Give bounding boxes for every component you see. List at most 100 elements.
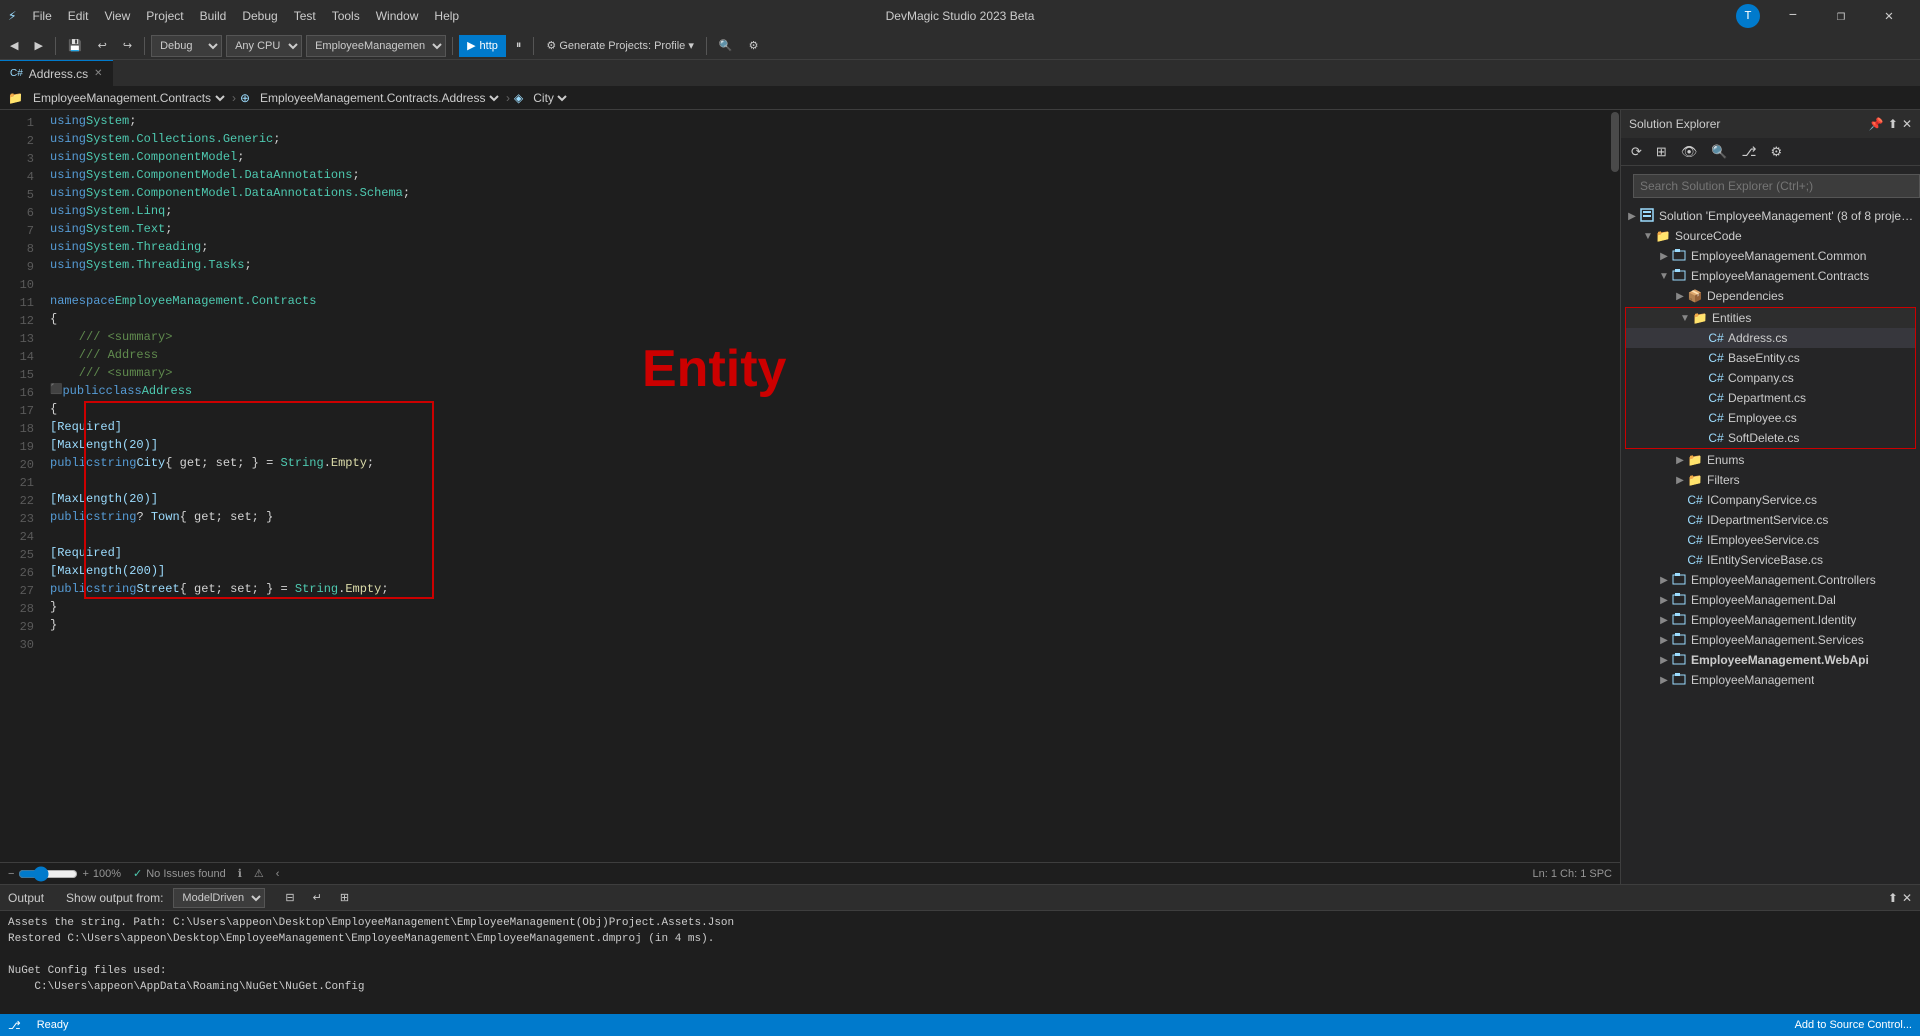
output-source-select[interactable]: ModelDriven — [173, 888, 265, 908]
output-filter-btn[interactable]: ⊞ — [334, 887, 355, 909]
se-employee-node[interactable]: C# Employee.cs — [1626, 408, 1915, 428]
se-search-input[interactable] — [1633, 174, 1920, 198]
solution-expand-icon[interactable]: ▶ — [1625, 211, 1639, 222]
se-company-node[interactable]: C# Company.cs — [1626, 368, 1915, 388]
toolbar-undo-btn[interactable]: ↩ — [92, 35, 113, 57]
se-webapi-node[interactable]: ▶ EmployeeManagement.WebApi — [1621, 650, 1920, 670]
se-filter-btn[interactable]: 🔍 — [1705, 141, 1733, 163]
breadcrumb-select-2[interactable]: EmployeeManagement.Contracts.Address — [256, 90, 502, 106]
profile-icon[interactable]: T — [1736, 4, 1760, 28]
enums-expand[interactable]: ▶ — [1673, 455, 1687, 466]
pause-btn[interactable]: ⏸ — [510, 35, 528, 57]
scrollbar-thumb[interactable] — [1611, 112, 1619, 172]
se-git-btn[interactable]: ⎇ — [1736, 141, 1763, 163]
se-close-btn[interactable]: ✕ — [1902, 117, 1912, 131]
info-icon[interactable]: ℹ — [238, 867, 242, 880]
contracts-expand[interactable]: ▼ — [1657, 271, 1671, 282]
toolbar-settings-btn[interactable]: ⚙ — [743, 35, 765, 57]
project-select[interactable]: EmployeeManagemen — [306, 35, 446, 57]
add-source-control-label[interactable]: Add to Source Control... — [1795, 1019, 1912, 1031]
menu-help[interactable]: Help — [428, 7, 465, 25]
se-expand-btn[interactable]: ⬆ — [1888, 117, 1898, 131]
code-lines[interactable]: using System; using System.Collections.G… — [42, 110, 1610, 862]
se-em-node[interactable]: ▶ EmployeeManagement — [1621, 670, 1920, 690]
filters-expand[interactable]: ▶ — [1673, 475, 1687, 486]
se-common-node[interactable]: ▶ EmployeeManagement.Common — [1621, 246, 1920, 266]
se-ientity-node[interactable]: C# IEntityServiceBase.cs — [1621, 550, 1920, 570]
se-softdelete-node[interactable]: C# SoftDelete.cs — [1626, 428, 1915, 448]
tab-address-cs[interactable]: C# Address.cs ✕ — [0, 60, 113, 86]
generate-btn[interactable]: ⚙ Generate Projects: Profile ▾ — [540, 35, 699, 57]
se-department-node[interactable]: C# Department.cs — [1626, 388, 1915, 408]
menu-debug[interactable]: Debug — [236, 7, 283, 25]
se-show-all-btn[interactable]: 👁 — [1675, 141, 1704, 163]
minimize-button[interactable]: − — [1770, 0, 1816, 32]
menu-file[interactable]: File — [26, 7, 57, 25]
svc-expand[interactable]: ▶ — [1657, 635, 1671, 646]
menu-view[interactable]: View — [98, 7, 136, 25]
dal-expand[interactable]: ▶ — [1657, 595, 1671, 606]
se-pin-btn[interactable]: 📌 — [1869, 117, 1884, 131]
menu-window[interactable]: Window — [370, 7, 425, 25]
menu-tools[interactable]: Tools — [326, 7, 366, 25]
tab-close-btn[interactable]: ✕ — [94, 68, 102, 79]
se-filters-node[interactable]: ▶ 📁 Filters — [1621, 470, 1920, 490]
se-enums-node[interactable]: ▶ 📁 Enums — [1621, 450, 1920, 470]
identity-expand[interactable]: ▶ — [1657, 615, 1671, 626]
breadcrumb-city[interactable]: ◈ City — [514, 90, 570, 106]
se-solution-node[interactable]: ▶ Solution 'EmployeeManagement' (8 of 8 … — [1621, 206, 1920, 226]
warning-icon[interactable]: ⚠ — [254, 867, 264, 880]
se-sync-btn[interactable]: ⟳ — [1625, 141, 1648, 163]
output-clear-btn[interactable]: ⊟ — [279, 887, 300, 909]
run-button[interactable]: ▶ ▶ http http — [459, 35, 506, 57]
se-sourcecode-node[interactable]: ▼ 📁 SourceCode — [1621, 226, 1920, 246]
menu-project[interactable]: Project — [140, 7, 189, 25]
em-expand[interactable]: ▶ — [1657, 675, 1671, 686]
breadcrumb-contracts[interactable]: 📁 EmployeeManagement.Contracts — [8, 90, 228, 106]
vertical-scrollbar[interactable] — [1610, 110, 1620, 862]
zoom-slider[interactable] — [18, 866, 78, 882]
common-expand[interactable]: ▶ — [1657, 251, 1671, 262]
se-contracts-node[interactable]: ▼ EmployeeManagement.Contracts — [1621, 266, 1920, 286]
toolbar-back-btn[interactable]: ◀ — [4, 35, 24, 57]
restore-button[interactable]: ❐ — [1818, 0, 1864, 32]
se-controllers-node[interactable]: ▶ EmployeeManagement.Controllers — [1621, 570, 1920, 590]
se-iemp-node[interactable]: C# IEmployeeService.cs — [1621, 530, 1920, 550]
breadcrumb-select-3[interactable]: City — [529, 90, 570, 106]
se-dal-node[interactable]: ▶ EmployeeManagement.Dal — [1621, 590, 1920, 610]
breadcrumb-address[interactable]: ⊕ EmployeeManagement.Contracts.Address — [240, 90, 502, 106]
toolbar-forward-btn[interactable]: ▶ — [28, 35, 48, 57]
se-address-node[interactable]: C# Address.cs — [1626, 328, 1915, 348]
output-close-btn[interactable]: ✕ — [1902, 891, 1912, 905]
toolbar-save-btn[interactable]: 💾 — [62, 35, 88, 57]
platform-select[interactable]: Any CPU — [226, 35, 302, 57]
se-services-node[interactable]: ▶ EmployeeManagement.Services — [1621, 630, 1920, 650]
close-button[interactable]: ✕ — [1866, 0, 1912, 32]
menu-build[interactable]: Build — [194, 7, 233, 25]
breadcrumb-select-1[interactable]: EmployeeManagement.Contracts — [29, 90, 228, 106]
entities-expand[interactable]: ▼ — [1678, 313, 1692, 324]
debug-config-select[interactable]: Debug Release — [151, 35, 222, 57]
menu-edit[interactable]: Edit — [62, 7, 95, 25]
ctrl-expand[interactable]: ▶ — [1657, 575, 1671, 586]
sourcecode-expand[interactable]: ▼ — [1641, 231, 1655, 242]
se-identity-node[interactable]: ▶ EmployeeManagement.Identity — [1621, 610, 1920, 630]
zoom-minus[interactable]: − — [8, 868, 14, 880]
se-baseentity-node[interactable]: C# BaseEntity.cs — [1626, 348, 1915, 368]
se-tree[interactable]: ▶ Solution 'EmployeeManagement' (8 of 8 … — [1621, 206, 1920, 884]
se-settings-btn[interactable]: ⚙ — [1765, 141, 1789, 163]
nav-left-icon[interactable]: ‹ — [276, 868, 280, 880]
toolbar-redo-btn[interactable]: ↪ — [117, 35, 138, 57]
toolbar-search-btn[interactable]: 🔍 — [713, 35, 739, 57]
output-word-wrap-btn[interactable]: ↵ — [307, 887, 328, 909]
zoom-plus[interactable]: + — [82, 868, 88, 880]
se-idept-node[interactable]: C# IDepartmentService.cs — [1621, 510, 1920, 530]
se-properties-btn[interactable]: ⊞ — [1650, 141, 1673, 163]
menu-test[interactable]: Test — [288, 7, 322, 25]
se-entities-node[interactable]: ▼ 📁 Entities — [1626, 308, 1915, 328]
dep-expand[interactable]: ▶ — [1673, 291, 1687, 302]
se-dependencies-node[interactable]: ▶ 📦 Dependencies — [1621, 286, 1920, 306]
output-expand-btn[interactable]: ⬆ — [1888, 891, 1898, 905]
se-icompany-node[interactable]: C# ICompanyService.cs — [1621, 490, 1920, 510]
webapi-expand[interactable]: ▶ — [1657, 655, 1671, 666]
